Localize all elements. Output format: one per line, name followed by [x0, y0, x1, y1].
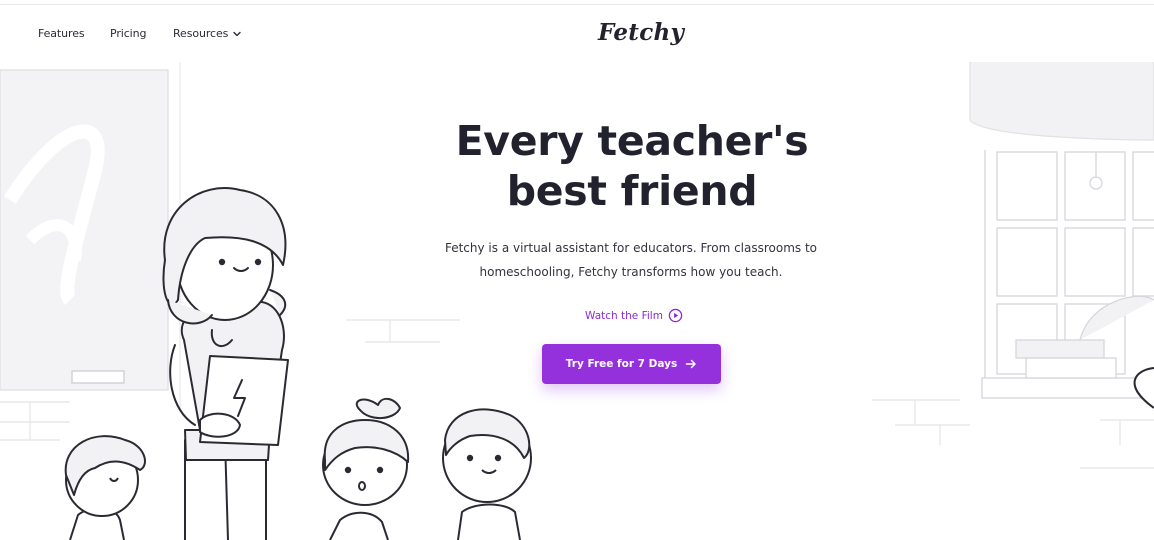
- nav-pricing-link[interactable]: Pricing: [110, 27, 146, 40]
- arrow-right-icon: [685, 359, 696, 369]
- chalkboard: [0, 62, 181, 410]
- watch-film-link[interactable]: Watch the Film: [585, 308, 683, 323]
- window: [969, 62, 1154, 409]
- try-free-button[interactable]: Try Free for 7 Days: [542, 344, 721, 384]
- nav-resources-label: Resources: [173, 27, 229, 40]
- child-middle: [322, 397, 410, 540]
- nav-features-link[interactable]: Features: [38, 27, 85, 40]
- hero-title-line-1: Every teacher's: [455, 117, 809, 165]
- play-circle-icon: [668, 308, 683, 323]
- child-right: [442, 408, 532, 540]
- try-free-label: Try Free for 7 Days: [565, 358, 678, 370]
- hero-description-line-1: Fetchy is a virtual assistant for educat…: [444, 241, 818, 255]
- nav-resources-dropdown[interactable]: Resources: [173, 27, 242, 40]
- watch-film-label: Watch the Film: [585, 309, 663, 322]
- teacher-figure: [162, 187, 289, 540]
- hero-title: Every teacher's best friend: [432, 116, 832, 216]
- hero-title-line-2: best friend: [506, 167, 758, 215]
- child-left: [64, 435, 146, 540]
- chevron-down-icon: [233, 31, 241, 36]
- hero-description: Fetchy is a virtual assistant for educat…: [431, 236, 831, 284]
- hero-description-line-2: homeschooling, Fetchy transforms how you…: [479, 265, 783, 279]
- top-navigation: Features Pricing Resources Fetchy: [0, 5, 1154, 63]
- brand-logo[interactable]: Fetchy: [598, 19, 684, 46]
